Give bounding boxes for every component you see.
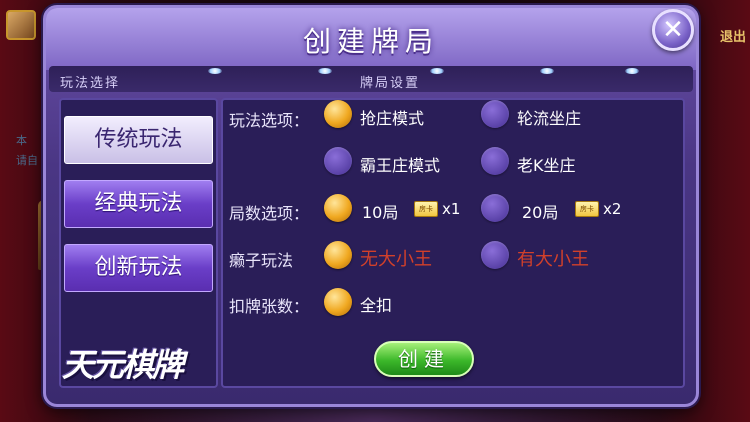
radio-tyrant-banker[interactable] bbox=[324, 147, 352, 175]
brand-logo: 天元棋牌 bbox=[62, 346, 184, 384]
option-tyrant-banker[interactable]: 霸王庄模式 bbox=[360, 152, 440, 176]
close-icon: ✕ bbox=[662, 15, 684, 45]
header-light bbox=[318, 68, 332, 74]
mode-button-traditional[interactable]: 传统玩法 bbox=[64, 116, 213, 164]
option-grab-banker[interactable]: 抢庄模式 bbox=[360, 105, 424, 129]
create-button[interactable]: 创建 bbox=[374, 341, 474, 377]
radio-10-rounds[interactable] bbox=[324, 194, 352, 222]
radio-grab-banker[interactable] bbox=[324, 100, 352, 128]
radio-king-banker[interactable] bbox=[481, 147, 509, 175]
mode-button-classic[interactable]: 经典玩法 bbox=[64, 180, 213, 228]
radio-20-rounds[interactable] bbox=[481, 194, 509, 222]
radio-no-jokers[interactable] bbox=[324, 241, 352, 269]
player-avatar bbox=[6, 10, 36, 40]
option-deduct-all[interactable]: 全扣 bbox=[360, 292, 392, 316]
settings-section-header: 牌局设置 bbox=[360, 76, 421, 91]
option-10-rounds[interactable]: 10局 bbox=[362, 199, 398, 223]
header-light bbox=[540, 68, 554, 74]
wildcard-option-label: 癞子玩法 bbox=[229, 251, 294, 270]
deduct-option-label: 扣牌张数： bbox=[229, 297, 310, 316]
option-20-rounds[interactable]: 20局 bbox=[522, 199, 558, 223]
background-text: 请自 bbox=[16, 154, 38, 167]
header-light bbox=[625, 68, 639, 74]
background-text: 本 bbox=[16, 134, 27, 147]
option-rotate-banker[interactable]: 轮流坐庄 bbox=[517, 105, 581, 129]
play-option-label: 玩法选项： bbox=[229, 111, 310, 130]
header-light bbox=[430, 68, 444, 74]
radio-rotate-banker[interactable] bbox=[481, 100, 509, 128]
dialog-title-bar: 创建牌局 bbox=[46, 8, 696, 70]
dialog-title: 创建牌局 bbox=[302, 25, 439, 58]
option-king-banker[interactable]: 老K坐庄 bbox=[517, 152, 576, 176]
close-button[interactable]: ✕ bbox=[652, 9, 694, 51]
radio-deduct-all[interactable] bbox=[324, 288, 352, 316]
option-no-jokers[interactable]: 无大小王 bbox=[360, 245, 432, 271]
option-with-jokers[interactable]: 有大小王 bbox=[517, 245, 589, 271]
room-card-icon: 房卡 bbox=[414, 201, 438, 217]
room-card-icon: 房卡 bbox=[575, 201, 599, 217]
mode-section-header: 玩法选择 bbox=[60, 76, 121, 91]
card-multiplier: x2 bbox=[603, 200, 622, 218]
radio-with-jokers[interactable] bbox=[481, 241, 509, 269]
rounds-option-label: 局数选项： bbox=[229, 204, 310, 223]
mode-button-innovative[interactable]: 创新玩法 bbox=[64, 244, 213, 292]
header-light bbox=[208, 68, 222, 74]
exit-label[interactable]: 退出 bbox=[720, 26, 746, 45]
card-multiplier: x1 bbox=[442, 200, 461, 218]
